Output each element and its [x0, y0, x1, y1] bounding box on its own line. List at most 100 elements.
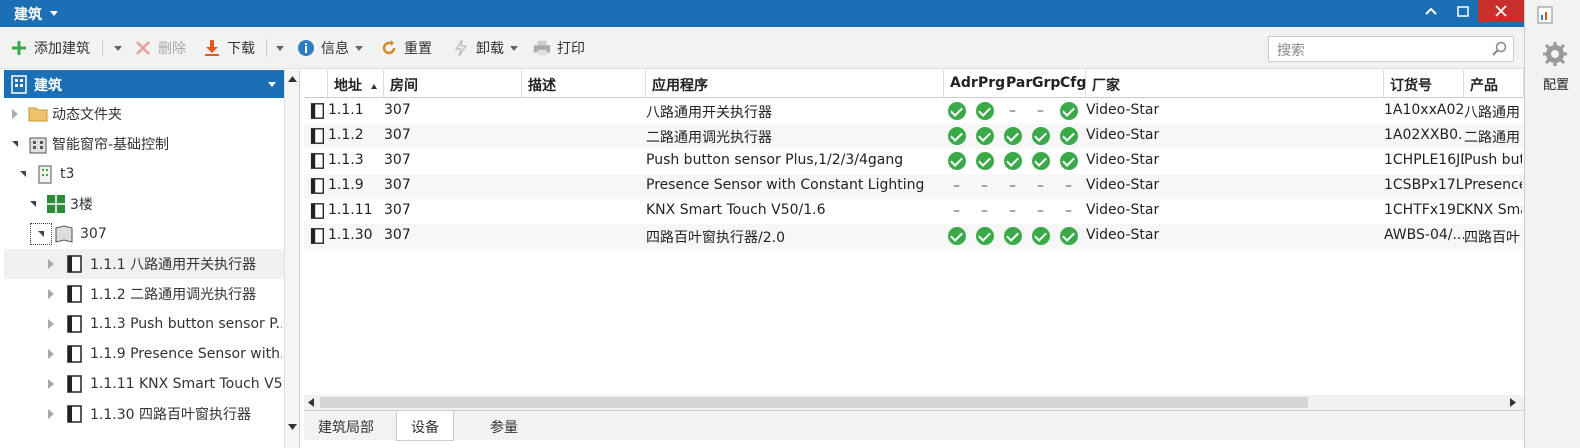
cell-product: 二路通用	[1464, 130, 1520, 146]
delete-label: 删除	[158, 41, 186, 57]
info-button[interactable]: 信息	[297, 37, 363, 59]
sort-asc-icon	[370, 83, 377, 89]
tree-scrollbar[interactable]	[284, 70, 299, 448]
cell-room: 307	[384, 127, 411, 143]
tree-item-t3[interactable]: t3	[4, 159, 284, 189]
tree-item-room[interactable]: 307	[4, 219, 284, 249]
printer-icon	[533, 39, 551, 57]
expand-arrow-icon[interactable]	[48, 409, 54, 419]
table-row[interactable]: 1.1.30 307 四路百叶窗执行器/2.0 Video-Star AWBS-…	[304, 224, 1524, 249]
tree-item-label: t3	[60, 166, 75, 182]
status-ok-icon	[1004, 227, 1022, 245]
close-button[interactable]	[1478, 0, 1524, 22]
table-row[interactable]: 1.1.9 307 Presence Sensor with Constant …	[304, 174, 1524, 199]
collapse-arrow-icon[interactable]	[30, 201, 36, 207]
tree-item-label: 1.1.9 Presence Sensor with...	[90, 346, 282, 362]
cell-order-number: 1A10xxA02R	[1384, 102, 1464, 118]
scroll-right-icon[interactable]	[1510, 398, 1516, 407]
tree-item-building[interactable]: 智能窗帘-基础控制	[4, 129, 284, 159]
horizontal-scrollbar[interactable]	[304, 395, 1524, 410]
download-icon	[203, 39, 221, 57]
column-address[interactable]: 地址	[328, 70, 384, 98]
maximize-button[interactable]	[1448, 0, 1478, 22]
tree-item-label: 1.1.3 Push button sensor P...	[90, 316, 282, 332]
table-row[interactable]: 1.1.2 307 二路通用调光执行器 Video-Star 1A02XXB0.…	[304, 124, 1524, 149]
status-ok-icon	[1032, 127, 1050, 145]
scroll-left-icon[interactable]	[308, 398, 314, 407]
expand-arrow-icon[interactable]	[48, 379, 54, 389]
cell-address: 1.1.11	[328, 202, 373, 218]
delete-button[interactable]: 删除	[134, 37, 186, 59]
device-icon	[310, 178, 324, 194]
tab-devices[interactable]: 设备	[396, 411, 454, 441]
status-ok-icon	[976, 102, 994, 120]
cell-application: 二路通用调光执行器	[646, 130, 772, 146]
gear-icon[interactable]	[1541, 40, 1569, 68]
column-header-label: 厂家	[1092, 78, 1120, 94]
title-dropdown-icon[interactable]	[50, 11, 58, 16]
cell-manufacturer: Video-Star	[1086, 102, 1160, 118]
delete-x-icon	[134, 39, 152, 57]
status-ok-icon	[1032, 227, 1050, 245]
column-room[interactable]: 房间	[384, 70, 522, 98]
column-description[interactable]: 描述	[522, 70, 646, 98]
column-product[interactable]: 产品	[1464, 70, 1524, 98]
cell-address: 1.1.2	[328, 127, 364, 143]
tree-item-device[interactable]: 1.1.9 Presence Sensor with...	[4, 339, 284, 369]
tree-item-device[interactable]: 1.1.30 四路百叶窗执行器	[4, 399, 284, 429]
chevron-down-icon	[114, 45, 122, 51]
table-row[interactable]: 1.1.11 307 KNX Smart Touch V50/1.6 – – –…	[304, 199, 1524, 224]
cell-address: 1.1.30	[328, 227, 373, 243]
expand-arrow-icon[interactable]	[48, 319, 54, 329]
column-application[interactable]: 应用程序	[646, 70, 944, 98]
tab-building-part[interactable]: 建筑局部	[304, 411, 388, 441]
expand-arrow-icon[interactable]	[48, 259, 54, 269]
column-order-number[interactable]: 订货号	[1384, 70, 1464, 98]
search-icon[interactable]	[1491, 41, 1507, 57]
expand-arrow-icon[interactable]	[48, 289, 54, 299]
scroll-down-icon[interactable]	[288, 424, 297, 430]
tree-item-device[interactable]: 1.1.3 Push button sensor P...	[4, 309, 284, 339]
tree-panel-header[interactable]: 建筑	[4, 70, 284, 98]
cell-manufacturer: Video-Star	[1086, 202, 1160, 218]
collapse-button[interactable]	[1416, 0, 1446, 22]
column-manufacturer[interactable]: 厂家	[1086, 70, 1384, 98]
room-icon	[55, 225, 73, 243]
table-row[interactable]: 1.1.3 307 Push button sensor Plus,1/2/3/…	[304, 149, 1524, 174]
tree-item-device[interactable]: 1.1.11 KNX Smart Touch V50	[4, 369, 284, 399]
print-button[interactable]: 打印	[533, 37, 585, 59]
expand-arrow-icon[interactable]	[48, 349, 54, 359]
table-row[interactable]: 1.1.1 307 八路通用开关执行器 – – Video-Star 1A10x…	[304, 99, 1524, 124]
expand-arrow-icon[interactable]	[12, 109, 18, 119]
cell-application: Push button sensor Plus,1/2/3/4gang	[646, 152, 904, 168]
cell-manufacturer: Video-Star	[1086, 177, 1160, 193]
chevron-down-icon	[510, 45, 518, 51]
unload-button[interactable]: 卸载	[452, 37, 518, 59]
column-status-group[interactable]: Adr Prg Par Grp Cfg	[944, 70, 1086, 98]
report-icon[interactable]	[1537, 6, 1553, 24]
reset-button[interactable]: 重置	[380, 37, 432, 59]
row-header-column	[304, 70, 328, 98]
collapse-arrow-icon[interactable]	[12, 141, 18, 147]
tree-item-device[interactable]: 1.1.1 八路通用开关执行器	[4, 249, 284, 279]
tree-item-floor[interactable]: 3楼	[4, 189, 284, 219]
add-dropdown-button[interactable]	[108, 37, 122, 59]
tab-label: 参量	[490, 420, 518, 436]
search-input[interactable]: 搜索	[1268, 36, 1514, 62]
tree-item-dynamic-folder[interactable]: 动态文件夹	[4, 99, 284, 129]
scroll-up-icon[interactable]	[288, 76, 297, 82]
download-label: 下载	[227, 41, 255, 57]
tree-item-label: 307	[80, 226, 107, 242]
tab-parameters[interactable]: 参量	[476, 411, 532, 441]
collapse-arrow-icon[interactable]	[38, 231, 44, 237]
device-icon	[310, 153, 324, 169]
tree-item-device[interactable]: 1.1.2 二路通用调光执行器	[4, 279, 284, 309]
device-icon	[67, 375, 82, 393]
scrollbar-thumb[interactable]	[320, 397, 1308, 408]
config-label[interactable]: 配置	[1543, 74, 1569, 93]
download-dropdown-button[interactable]	[270, 37, 284, 59]
add-building-button[interactable]: 添加建筑	[10, 37, 90, 59]
chevron-down-icon[interactable]	[268, 82, 276, 87]
collapse-arrow-icon[interactable]	[20, 171, 26, 177]
download-button[interactable]: 下载	[203, 37, 255, 59]
